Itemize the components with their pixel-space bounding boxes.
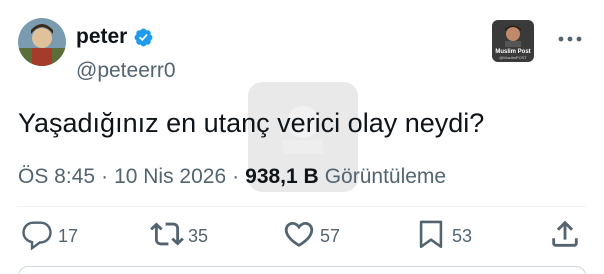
tweet-meta: ÖS 8:45 · 10 Nis 2026 · 938,1 B Görüntül… xyxy=(18,163,446,191)
verified-badge-icon xyxy=(133,27,154,48)
reply-button[interactable]: 17 xyxy=(20,216,78,256)
bookmark-count: 53 xyxy=(452,225,473,246)
action-bar: 17 35 57 53 xyxy=(18,216,590,256)
tweet-text: Yaşadığınız en utanç verici olay neydi? xyxy=(18,108,485,138)
like-count: 57 xyxy=(320,225,341,246)
share-button[interactable] xyxy=(548,216,582,256)
repost-arrows-icon xyxy=(150,217,184,256)
more-options-button[interactable] xyxy=(550,24,590,54)
share-upload-icon xyxy=(548,217,582,256)
tweet-time[interactable]: ÖS 8:45 xyxy=(18,163,95,191)
meta-separator: · xyxy=(232,165,240,188)
author-display-name[interactable]: peter xyxy=(76,24,127,50)
speech-bubble-icon xyxy=(20,217,54,256)
author-avatar[interactable] xyxy=(18,18,66,66)
repost-button[interactable]: 35 xyxy=(150,216,208,256)
brand-handle: @MuslimPOST xyxy=(499,55,527,60)
bookmark-button[interactable]: 53 xyxy=(414,216,472,256)
meta-separator: · xyxy=(101,165,109,188)
repost-count: 35 xyxy=(188,225,209,246)
tweet-date[interactable]: 10 Nis 2026 xyxy=(114,163,226,191)
heart-icon xyxy=(282,217,316,256)
reply-count: 17 xyxy=(58,225,79,246)
reply-composer[interactable] xyxy=(18,266,586,274)
author-handle[interactable]: @peteerr0 xyxy=(76,58,176,84)
bookmark-icon xyxy=(414,217,448,256)
views-count: 938,1 B xyxy=(245,165,319,188)
more-dots-icon xyxy=(557,30,583,48)
divider xyxy=(18,206,586,207)
author-name-row[interactable]: peter xyxy=(76,24,154,50)
like-button[interactable]: 57 xyxy=(282,216,340,256)
brand-logo-badge: Muslim Post @MuslimPOST xyxy=(492,20,534,62)
views-label: Görüntüleme xyxy=(324,165,447,188)
